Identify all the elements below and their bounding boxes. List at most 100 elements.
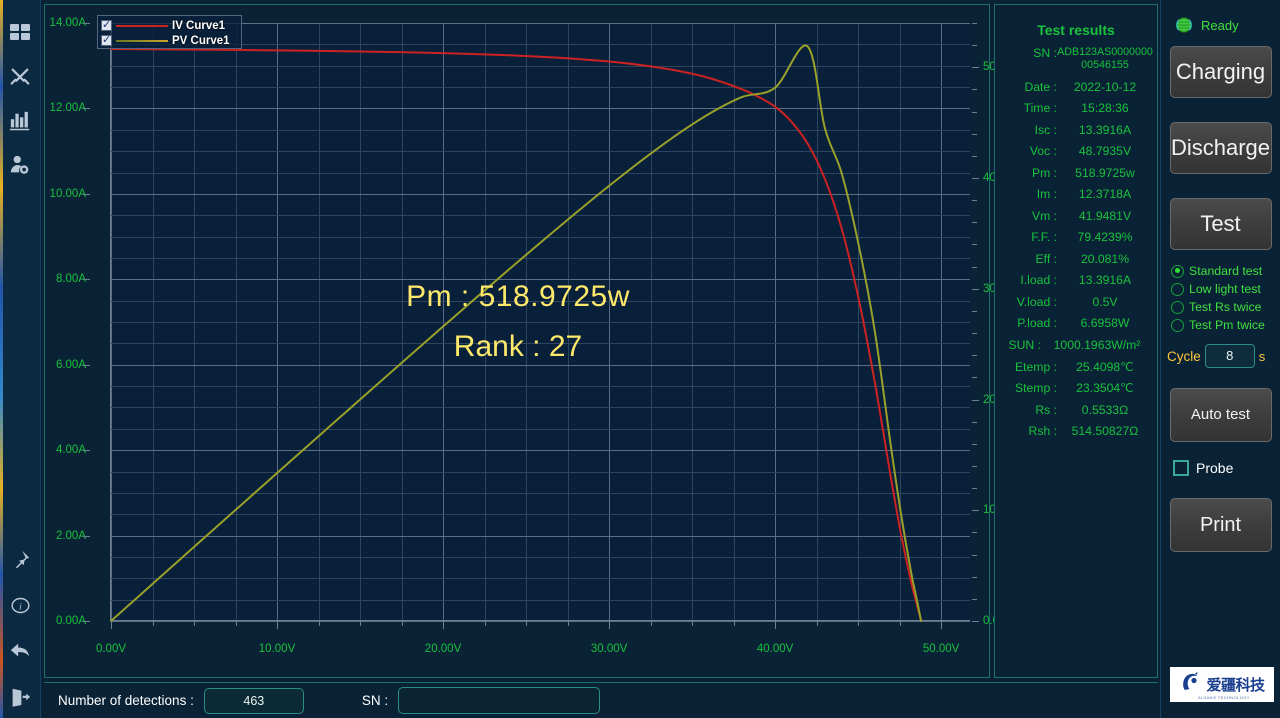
y2-axis-tick — [972, 45, 977, 47]
result-value: 20.081% — [1080, 251, 1130, 266]
result-key: SUN : — [1008, 337, 1041, 352]
cycle-unit-label: s — [1258, 348, 1266, 364]
x-axis-tick-label: 20.00V — [424, 643, 462, 655]
result-row: Voc : 48.7935V — [995, 144, 1157, 158]
radio-indicator[interactable] — [1171, 282, 1184, 296]
result-key: Im : — [1036, 187, 1057, 202]
result-key: SN : — [1033, 46, 1057, 60]
x-axis-tick — [484, 621, 486, 626]
result-key: Etemp : — [1015, 359, 1057, 374]
logout-icon[interactable] — [7, 684, 33, 710]
legend-item-iv[interactable]: IV Curve1 — [101, 18, 238, 33]
app-window: i 0.00A 2.00A 4.00A 6.00A 8.00A 10.00A 12. — [0, 0, 1280, 718]
y2-axis-tick — [972, 89, 977, 91]
tools-icon[interactable] — [7, 64, 33, 90]
iv-pv-plot[interactable]: 0.00A 2.00A 4.00A 6.00A 8.00A 10.00A 12.00A 14.… — [50, 17, 1029, 655]
result-key: V.load : — [1016, 294, 1057, 309]
y2-axis-tick — [972, 421, 977, 423]
gridline-h — [111, 621, 970, 622]
result-key: Eff : — [1035, 251, 1057, 266]
x-axis-tick — [733, 621, 735, 626]
charging-button[interactable]: Charging — [1169, 46, 1272, 98]
sn-input[interactable] — [398, 687, 601, 714]
back-icon[interactable] — [7, 638, 33, 664]
y2-axis-tick — [972, 266, 977, 268]
discharge-button[interactable]: Discharge — [1169, 122, 1272, 174]
result-row: I.load : 13.3916A — [995, 273, 1157, 287]
radio-test-rs-twice[interactable]: Test Rs twice — [1171, 300, 1280, 314]
radio-indicator[interactable] — [1171, 264, 1184, 278]
result-key: Time : — [1023, 101, 1057, 116]
pin-icon[interactable] — [7, 546, 33, 572]
x-axis-tick-label: 10.00V — [258, 643, 296, 655]
y2-axis-tick — [972, 443, 977, 445]
x-axis-tick-label: 50.00V — [922, 643, 960, 655]
auto-test-button[interactable]: Auto test — [1169, 388, 1272, 442]
x-axis-tick — [235, 621, 237, 626]
y2-axis-tick — [972, 465, 977, 467]
y2-axis-tick — [972, 310, 977, 312]
result-value: 0.5533Ω — [1081, 402, 1129, 417]
print-button[interactable]: Print — [1169, 498, 1272, 552]
logo-text-en: AIJIANG TECHNOLOGY — [1198, 695, 1250, 700]
x-axis-tick — [318, 621, 320, 626]
test-mode-radio-group[interactable]: Standard test Low light test Test Rs twice… — [1161, 264, 1280, 332]
result-row: Etemp : 25.4098℃ — [995, 360, 1157, 374]
result-value: 25.4098℃ — [1076, 359, 1134, 374]
result-row: SUN : 1000.1963W/m² — [995, 338, 1157, 352]
x-axis-tick — [401, 621, 403, 626]
y2-axis-tick — [972, 288, 979, 290]
result-key: Stemp : — [1015, 381, 1057, 396]
x-axis-tick — [816, 621, 818, 626]
cycle-setting: Cycle 8 s — [1167, 344, 1280, 368]
result-key: I.load : — [1020, 273, 1057, 288]
x-axis-tick — [609, 621, 611, 629]
radio-label: Low light test — [1189, 282, 1261, 296]
probe-checkbox-row[interactable]: Probe — [1173, 460, 1280, 476]
y2-axis-tick — [972, 67, 979, 69]
radio-indicator[interactable] — [1171, 300, 1184, 314]
legend-label-pv: PV Curve1 — [172, 34, 230, 47]
radio-indicator[interactable] — [1171, 318, 1184, 332]
y-axis-tick-label: 0.00A — [55, 615, 86, 627]
x-axis-tick — [277, 621, 279, 629]
y2-axis-tick — [972, 621, 979, 622]
x-axis-tick — [443, 621, 445, 629]
result-row: Rsh : 514.50827Ω — [995, 424, 1157, 438]
radio-standard-test[interactable]: Standard test — [1171, 264, 1280, 278]
legend-checkbox-iv[interactable] — [101, 18, 112, 32]
user-settings-icon[interactable] — [7, 152, 33, 178]
cycle-label: Cycle — [1167, 348, 1201, 364]
y-axis-tick-label: 6.00A — [55, 358, 86, 371]
result-row: F.F. : 79.4239% — [995, 230, 1157, 244]
x-axis-tick — [650, 621, 652, 626]
y-axis-tick — [83, 23, 90, 24]
cycle-input[interactable]: 8 — [1204, 344, 1255, 368]
x-axis-tick-label: 30.00V — [590, 643, 628, 655]
detections-input[interactable]: 463 — [203, 687, 304, 714]
y-axis-tick-label: 8.00A — [55, 273, 86, 286]
test-button[interactable]: Test — [1169, 198, 1272, 250]
x-axis-tick — [941, 621, 943, 629]
y-axis-tick — [83, 279, 90, 281]
x-axis-tick-label: 0.00V — [95, 643, 127, 655]
chart-panel: 0.00A 2.00A 4.00A 6.00A 8.00A 10.00A 12.00A 14.… — [44, 4, 1029, 678]
result-row: Pm : 518.9725w — [995, 166, 1157, 180]
x-axis-tick — [775, 621, 777, 629]
legend-checkbox-pv[interactable] — [101, 33, 112, 47]
radio-test-pm-twice[interactable]: Test Pm twice — [1171, 318, 1280, 332]
probe-checkbox[interactable] — [1173, 460, 1189, 476]
chart-legend[interactable]: IV Curve1 PV Curve1 — [97, 15, 242, 49]
y-axis-tick-label: 12.00A — [49, 102, 86, 115]
legend-item-pv[interactable]: PV Curve1 — [101, 33, 238, 48]
result-value: 514.50827Ω — [1071, 424, 1139, 439]
radio-low-light-test[interactable]: Low light test — [1171, 282, 1280, 296]
sn-label: SN : — [361, 693, 389, 708]
y2-axis-tick — [972, 23, 977, 24]
result-value: 518.9725w — [1075, 165, 1135, 180]
results-title: Test results — [1037, 22, 1115, 38]
y2-axis-tick — [972, 554, 977, 556]
status-text: Ready — [1201, 17, 1239, 33]
x-axis-tick-label: 40.00V — [756, 643, 794, 655]
y2-axis-tick — [972, 377, 977, 379]
